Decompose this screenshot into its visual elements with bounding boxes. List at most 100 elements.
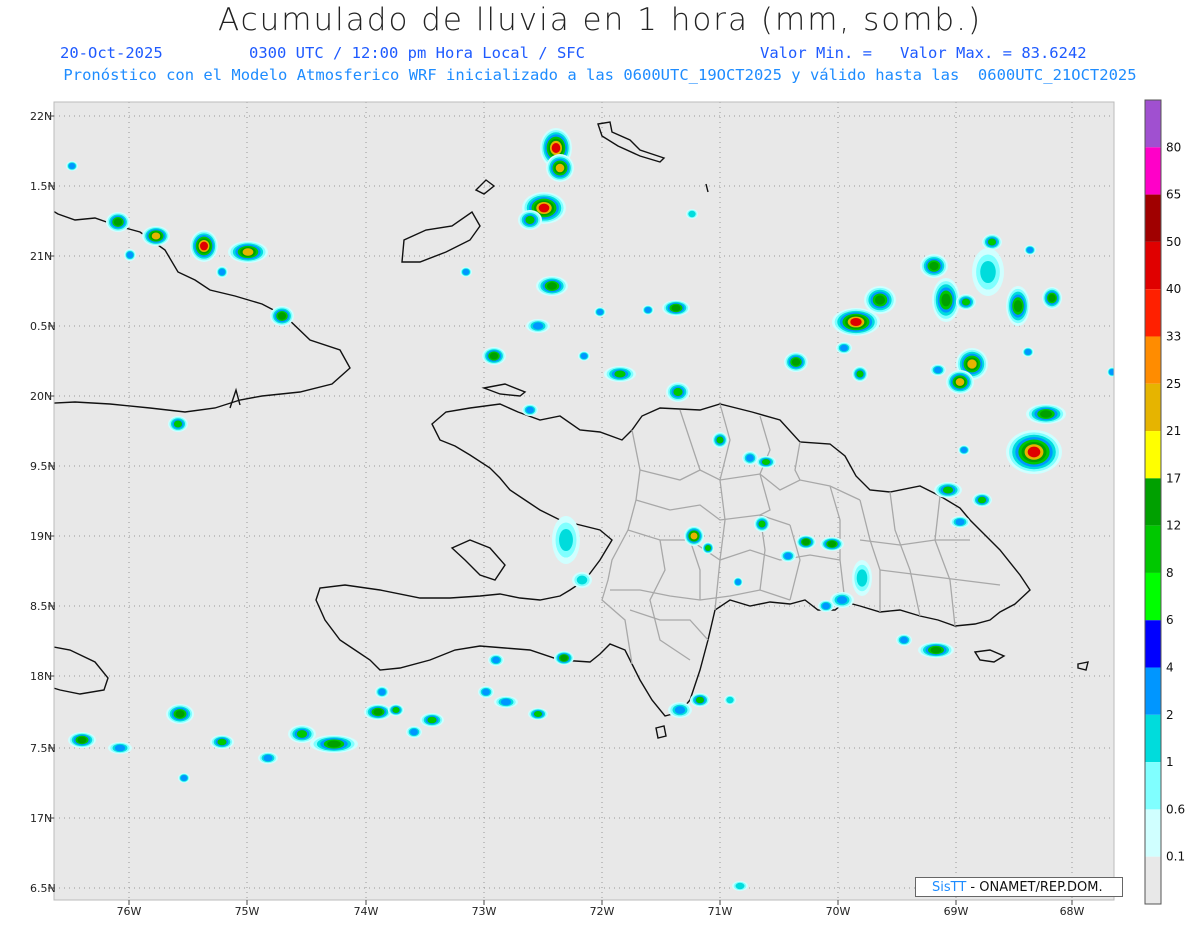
rain-cell [552,516,580,564]
rain-cell [820,537,844,551]
rain-cell [1006,430,1062,474]
colorbar-label: 1 [1166,755,1174,769]
colorbar-swatch [1145,856,1161,904]
precipitation-map: 22N1.5N21N0.5N20N9.5N19N8.5N18N7.5N17N6.… [30,99,1185,918]
rain-cell [108,742,132,754]
rain-cell [228,241,268,263]
rain-cell [190,230,218,262]
rain-cell [1022,347,1034,357]
colorbar-swatch [1145,336,1161,384]
rain-cell [956,294,976,310]
rain-cell [536,276,568,296]
colorbar-label: 8 [1166,566,1174,580]
rain-cell [724,695,736,705]
rain-cell [852,560,872,596]
rain-cell [918,642,954,658]
colorbar-label: 80 [1166,140,1181,154]
rain-cell [310,735,358,753]
rain-cell [488,654,504,666]
longitude-labels: 76W 75W 74W 73W 72W 71W 70W 69W 68W [117,900,1085,918]
colorbar-label: 2 [1166,708,1174,722]
credit-text: - ONAMET/REP.DOM. [966,880,1103,895]
rain-cell [604,366,636,382]
rain-cell [754,516,770,532]
rain-cell [210,735,234,749]
rain-cell [796,535,816,549]
colorbar-label: 21 [1166,424,1181,438]
colorbar-label: 25 [1166,377,1181,391]
rain-cell [934,482,962,498]
lon-label: 75W [235,905,260,918]
colorbar-swatch [1145,289,1161,337]
colorbar-swatch [1145,809,1161,857]
colorbar-swatch [1145,100,1161,148]
rain-cell [1024,245,1036,255]
rain-cell [684,526,704,546]
rain-cell [460,267,472,277]
rain-cell [690,693,710,707]
rain-cell [68,732,96,748]
rain-cell [864,286,896,314]
colorbar-swatch [1145,525,1161,573]
colorbar-label: 50 [1166,235,1181,249]
rain-cell [528,708,548,720]
credit-box: SisTT - ONAMET/REP.DOM. [915,877,1123,897]
rain-cell [270,306,294,326]
rain-cell [784,352,808,372]
rain-cell [375,686,389,698]
rain-cell [406,726,422,738]
colorbar-label: 4 [1166,661,1174,675]
rain-cell [733,577,743,587]
rain-cell [836,342,852,354]
rain-cell [972,248,1004,296]
rain-cell [216,266,228,278]
rain-cell [972,493,992,507]
rain-cell [166,704,194,724]
lon-label: 72W [590,905,615,918]
colorbar-swatch [1145,714,1161,763]
rain-cell [142,226,170,246]
colorbar-label: 65 [1166,188,1181,202]
colorbar-label: 0.6 [1166,802,1185,816]
rain-cell [712,432,728,448]
colorbar-label: 12 [1166,519,1181,533]
rain-cell [946,370,974,394]
rain-cell [594,307,606,317]
rain-cell [756,456,776,468]
lon-label: 69W [944,905,969,918]
rain-cell [494,696,518,708]
rain-cell [1107,367,1114,377]
rain-cell [420,713,444,727]
colorbar-swatch [1145,572,1161,621]
rain-cell [742,451,758,465]
rain-cell [124,249,136,261]
rain-cell [554,651,574,665]
colorbar-swatch [1145,241,1161,290]
colorbar-swatch [1145,478,1161,526]
rain-cell [958,445,970,455]
rain-cell [1006,286,1030,326]
rain-cell [818,600,834,612]
rain-cell [932,278,960,322]
rain-cell [732,881,748,891]
brand-logo: SisTT [932,880,967,895]
rain-cell [668,702,692,718]
rain-cell [920,254,948,278]
rain-cell [1026,404,1066,424]
rain-cell [106,212,130,232]
latitude-labels: 22N1.5N21N0.5N20N9.5N19N8.5N18N7.5N17N6.… [30,110,56,895]
colorbar-swatch [1145,383,1161,432]
colorbar-label: 6 [1166,613,1174,627]
rain-cell [930,364,946,376]
rain-cell [666,382,690,402]
rain-cell [526,319,550,333]
rain-cell [478,686,494,698]
lon-label: 70W [826,905,851,918]
rain-cell [168,416,188,432]
lon-label: 76W [117,905,142,918]
rain-cell [578,351,590,361]
rain-cell [1042,287,1062,309]
colorbar-swatch [1145,431,1161,479]
lon-label: 73W [472,905,497,918]
rain-cell [852,366,868,382]
